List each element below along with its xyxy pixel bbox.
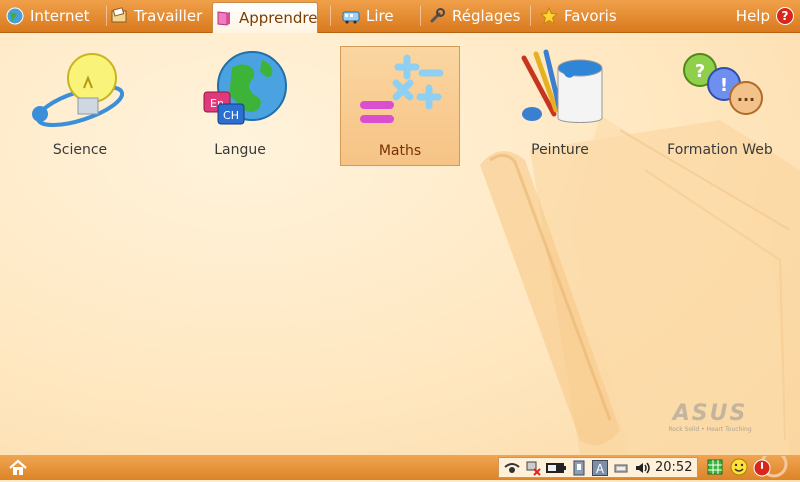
app-label: Science <box>52 142 108 158</box>
app-maths[interactable]: Maths <box>340 46 460 166</box>
tab-divider <box>330 6 331 26</box>
tab-divider <box>530 6 531 26</box>
tab-divider <box>106 6 107 26</box>
battery-icon[interactable] <box>546 460 566 476</box>
lightbulb-icon <box>32 53 125 128</box>
tab-travailler[interactable]: Travailler <box>110 2 210 30</box>
app-label: Langue <box>214 142 266 158</box>
top-tab-bar: Internet Travailler Apprendre Lire Régla… <box>0 0 800 33</box>
language-globe-icon: En CH <box>203 51 287 125</box>
asus-logo: ASUS Rock Solid • Heart Touching <box>655 401 765 434</box>
tab-label: Internet <box>30 7 90 25</box>
app-langue[interactable]: En CH Langue <box>180 46 300 166</box>
tab-internet[interactable]: Internet <box>6 2 102 30</box>
network-disconnected-icon[interactable] <box>525 460 541 476</box>
paint-bucket-icon <box>521 49 603 123</box>
math-symbols-icon <box>360 54 444 123</box>
bus-icon <box>342 7 360 25</box>
app-peinture[interactable]: Peinture <box>500 46 620 166</box>
home-icon[interactable] <box>8 458 28 478</box>
help-bubbles-icon: ? ! ... <box>683 53 763 115</box>
wrench-icon <box>428 7 446 25</box>
help-label: Help <box>735 7 770 25</box>
app-formation-web[interactable]: ? ! ... Formation Web <box>660 46 780 166</box>
brand-tagline: Rock Solid • Heart Touching <box>668 426 752 433</box>
help-button[interactable]: Help ? <box>736 2 794 30</box>
tab-label: Travailler <box>134 7 203 25</box>
star-icon <box>540 7 558 25</box>
tab-label: Apprendre <box>239 9 318 27</box>
book-icon <box>215 9 233 27</box>
exclamation-bubble: ! <box>720 75 728 96</box>
keyboard-layout-icon[interactable]: A <box>592 459 608 476</box>
tab-label: Réglages <box>452 7 521 25</box>
help-icon: ? <box>776 7 794 25</box>
folder-icon <box>110 7 128 25</box>
tab-apprendre[interactable]: Apprendre <box>212 2 318 33</box>
clock[interactable]: 20:52 <box>655 460 692 475</box>
tab-lire[interactable]: Lire <box>342 2 412 30</box>
wifi-eye-icon[interactable] <box>504 460 520 476</box>
tab-reglages[interactable]: Réglages <box>428 2 526 30</box>
globe-icon <box>6 7 24 25</box>
language-tile-ch: CH <box>223 109 239 122</box>
bottom-taskbar: A 20:52 <box>0 455 800 480</box>
app-label: Maths <box>378 143 422 159</box>
storage-icon[interactable] <box>571 460 587 476</box>
smiley-icon[interactable] <box>730 458 748 476</box>
power-icon[interactable] <box>752 456 792 478</box>
keyboard-letter: A <box>596 462 605 476</box>
tab-favoris[interactable]: Favoris <box>540 2 630 30</box>
app-science[interactable]: Science <box>20 46 140 166</box>
tab-label: Lire <box>366 7 394 25</box>
question-bubble: ? <box>695 61 705 82</box>
tab-divider <box>420 6 421 26</box>
system-tray: A 20:52 <box>498 457 698 478</box>
tab-label: Favoris <box>564 7 617 25</box>
device-icon[interactable] <box>613 460 629 476</box>
volume-icon[interactable] <box>634 460 650 476</box>
ellipsis-bubble: ... <box>737 86 755 105</box>
app-label: Peinture <box>531 142 589 158</box>
app-label: Formation Web <box>667 142 773 158</box>
brand-wordmark: ASUS <box>672 401 748 426</box>
grid-app-icon[interactable] <box>706 458 724 476</box>
